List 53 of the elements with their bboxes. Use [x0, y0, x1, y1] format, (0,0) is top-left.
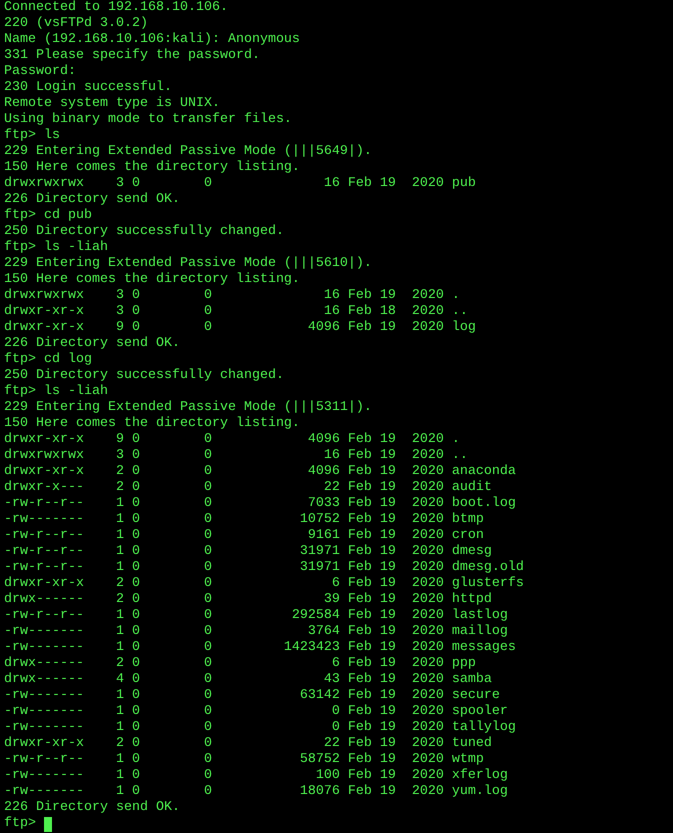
terminal-line: 220 (vsFTPd 3.0.2)	[4, 16, 149, 32]
terminal-line: -rw------- 1 0 0 10752 Feb 19 2020 btmp	[4, 512, 485, 528]
terminal-line: -rw------- 1 0 0 0 Feb 19 2020 spooler	[4, 704, 509, 720]
terminal-line: -rw------- 1 0 0 100 Feb 19 2020 xferlog	[4, 768, 509, 784]
terminal-line: ftp> ls -liah	[4, 384, 109, 400]
terminal-line: 230 Login successful.	[4, 80, 173, 96]
terminal-line: ftp> cd log	[4, 352, 93, 368]
terminal-line: drwxrwxrwx 3 0 0 16 Feb 19 2020 pub	[4, 176, 477, 192]
terminal-line: 229 Entering Extended Passive Mode (|||5311|).	[4, 400, 373, 416]
terminal-line: 229 Entering Extended Passive Mode (|||5610|).	[4, 256, 373, 272]
terminal-line: 226 Directory send OK.	[4, 336, 181, 352]
terminal-line: 150 Here comes the directory listing.	[4, 416, 301, 432]
terminal-line: drwxr-xr-x 2 0 0 4096 Feb 19 2020 anaconda	[4, 464, 517, 480]
terminal-line: ftp> ls -liah	[4, 240, 109, 256]
terminal-line: drwxr-x--- 2 0 0 22 Feb 19 2020 audit	[4, 480, 493, 496]
terminal-line: -rw-r--r-- 1 0 0 7033 Feb 19 2020 boot.log	[4, 496, 517, 512]
terminal-line: Using binary mode to transfer files.	[4, 112, 293, 128]
terminal-line: drwxrwxrwx 3 0 0 16 Feb 19 2020 .	[4, 288, 461, 304]
terminal-line: 226 Directory send OK.	[4, 192, 181, 208]
terminal-line: -rw------- 1 0 0 0 Feb 19 2020 tallylog	[4, 720, 517, 736]
terminal-line: -rw-r--r-- 1 0 0 292584 Feb 19 2020 lastlog	[4, 608, 509, 624]
terminal-line: Connected to 192.168.10.106.	[4, 0, 229, 16]
command-prompt: ftp>	[4, 816, 36, 832]
terminal-line: drwxr-xr-x 9 0 0 4096 Feb 19 2020 .	[4, 432, 461, 448]
terminal-line: -rw------- 1 0 0 18076 Feb 19 2020 yum.log	[4, 784, 509, 800]
terminal-line: 250 Directory successfully changed.	[4, 224, 285, 240]
terminal-line: drwxr-xr-x 9 0 0 4096 Feb 19 2020 log	[4, 320, 477, 336]
terminal-line: -rw-r--r-- 1 0 0 9161 Feb 19 2020 cron	[4, 528, 485, 544]
terminal-line: ftp> ls	[4, 128, 61, 144]
terminal-line: drwxr-xr-x 3 0 0 16 Feb 18 2020 ..	[4, 304, 469, 320]
terminal-line: -rw-r--r-- 1 0 0 31971 Feb 19 2020 dmesg	[4, 544, 493, 560]
terminal-line: drwxr-xr-x 2 0 0 6 Feb 19 2020 glusterfs	[4, 576, 525, 592]
terminal-line: drwx------ 2 0 0 6 Feb 19 2020 ppp	[4, 656, 477, 672]
terminal-line: drwxr-xr-x 2 0 0 22 Feb 19 2020 tuned	[4, 736, 493, 752]
terminal-line: drwxrwxrwx 3 0 0 16 Feb 19 2020 ..	[4, 448, 469, 464]
terminal-line: ftp> cd pub	[4, 208, 93, 224]
terminal-line: 150 Here comes the directory listing.	[4, 272, 301, 288]
text-cursor	[44, 816, 52, 832]
terminal-line: -rw------- 1 0 0 3764 Feb 19 2020 maillog	[4, 624, 509, 640]
terminal-line: 150 Here comes the directory listing.	[4, 160, 301, 176]
terminal-line: drwx------ 4 0 0 43 Feb 19 2020 samba	[4, 672, 493, 688]
terminal-line: Name (192.168.10.106:kali): Anonymous	[4, 32, 301, 48]
terminal-line: 229 Entering Extended Passive Mode (|||5649|).	[4, 144, 373, 160]
terminal-line: drwx------ 2 0 0 39 Feb 19 2020 httpd	[4, 592, 493, 608]
terminal-line: -rw------- 1 0 0 1423423 Feb 19 2020 messages	[4, 640, 517, 656]
terminal-line: Password:	[4, 64, 77, 80]
terminal-line: Remote system type is UNIX.	[4, 96, 221, 112]
terminal-line: -rw-r--r-- 1 0 0 58752 Feb 19 2020 wtmp	[4, 752, 485, 768]
terminal-line: 331 Please specify the password.	[4, 48, 261, 64]
terminal-line: -rw-r--r-- 1 0 0 31971 Feb 19 2020 dmesg.old	[4, 560, 525, 576]
terminal-line: -rw------- 1 0 0 63142 Feb 19 2020 secure	[4, 688, 501, 704]
terminal-line: 226 Directory send OK.	[4, 800, 181, 816]
terminal-line: 250 Directory successfully changed.	[4, 368, 285, 384]
